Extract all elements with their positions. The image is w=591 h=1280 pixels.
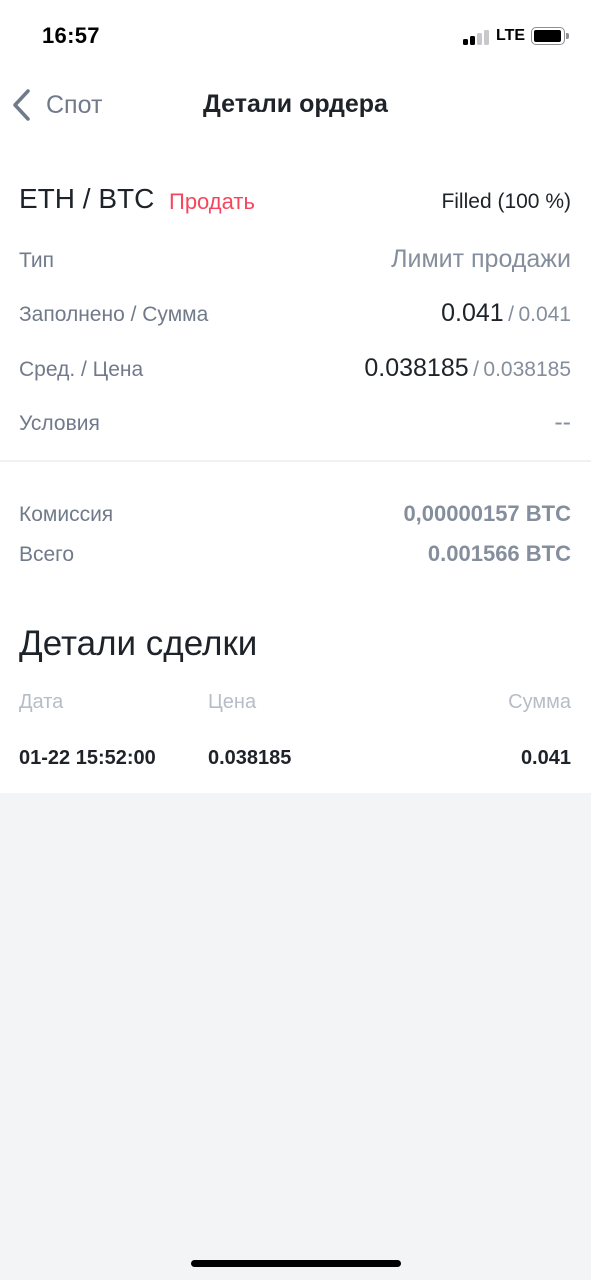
column-header-price: Цена [208, 691, 257, 713]
order-status: Filled (100 %) [441, 190, 571, 213]
order-type-row: Тип Лимит продажи [19, 245, 571, 277]
signal-strength-icon [463, 29, 491, 45]
avg-price-row: Сред. / Цена 0.038185 / 0.038185 [19, 354, 571, 386]
trade-date: 01-22 15:52:00 [19, 747, 156, 769]
commission-row: Комиссия 0,00000157 BTC [19, 501, 571, 533]
filled-amount-label: Заполнено / Сумма [19, 303, 209, 326]
network-type: LTE [496, 27, 526, 44]
order-header: ETH / BTC Продать Filled (100 %) [19, 183, 571, 223]
battery-icon [531, 27, 565, 45]
order-type-label: Тип [19, 249, 55, 272]
conditions-value: -- [554, 408, 571, 436]
home-indicator[interactable] [191, 1260, 401, 1267]
trade-price: 0.038185 [208, 747, 292, 769]
column-header-date: Дата [19, 691, 64, 713]
separator: / [473, 358, 479, 381]
conditions-label: Условия [19, 412, 100, 435]
total-row: Всего 0.001566 BTC [19, 541, 571, 573]
column-header-amount: Сумма [508, 691, 571, 713]
status-bar: 16:57 LTE [0, 0, 591, 70]
total-label: Всего [19, 543, 75, 566]
conditions-row: Условия -- [19, 408, 571, 440]
filled-amount-row: Заполнено / Сумма 0.041 / 0.041 [19, 299, 571, 331]
filled-amount-value: 0.041 / 0.041 [441, 299, 571, 328]
avg-value: 0.038185 [364, 354, 469, 382]
commission-value: 0,00000157 BTC [403, 501, 571, 526]
order-side: Продать [169, 189, 255, 214]
status-time: 16:57 [42, 23, 100, 48]
battery-cap [566, 33, 569, 39]
trade-amount: 0.041 [520, 747, 571, 769]
trading-pair: ETH / BTC [19, 183, 155, 214]
trade-details-title: Детали сделки [19, 624, 258, 663]
page-title: Детали ордера [203, 90, 388, 118]
order-type-value: Лимит продажи [391, 245, 571, 273]
avg-price-value: 0.038185 / 0.038185 [364, 354, 571, 383]
separator: / [508, 303, 514, 326]
commission-label: Комиссия [19, 503, 114, 526]
total-value: 0.001566 BTC [427, 541, 571, 566]
amount-value: 0.041 [518, 303, 571, 326]
navigation-bar: Спот Детали ордера [0, 70, 591, 140]
avg-price-label: Сред. / Цена [19, 358, 144, 381]
section-divider [0, 460, 591, 462]
price-value: 0.038185 [483, 358, 571, 381]
filled-value: 0.041 [441, 299, 504, 327]
